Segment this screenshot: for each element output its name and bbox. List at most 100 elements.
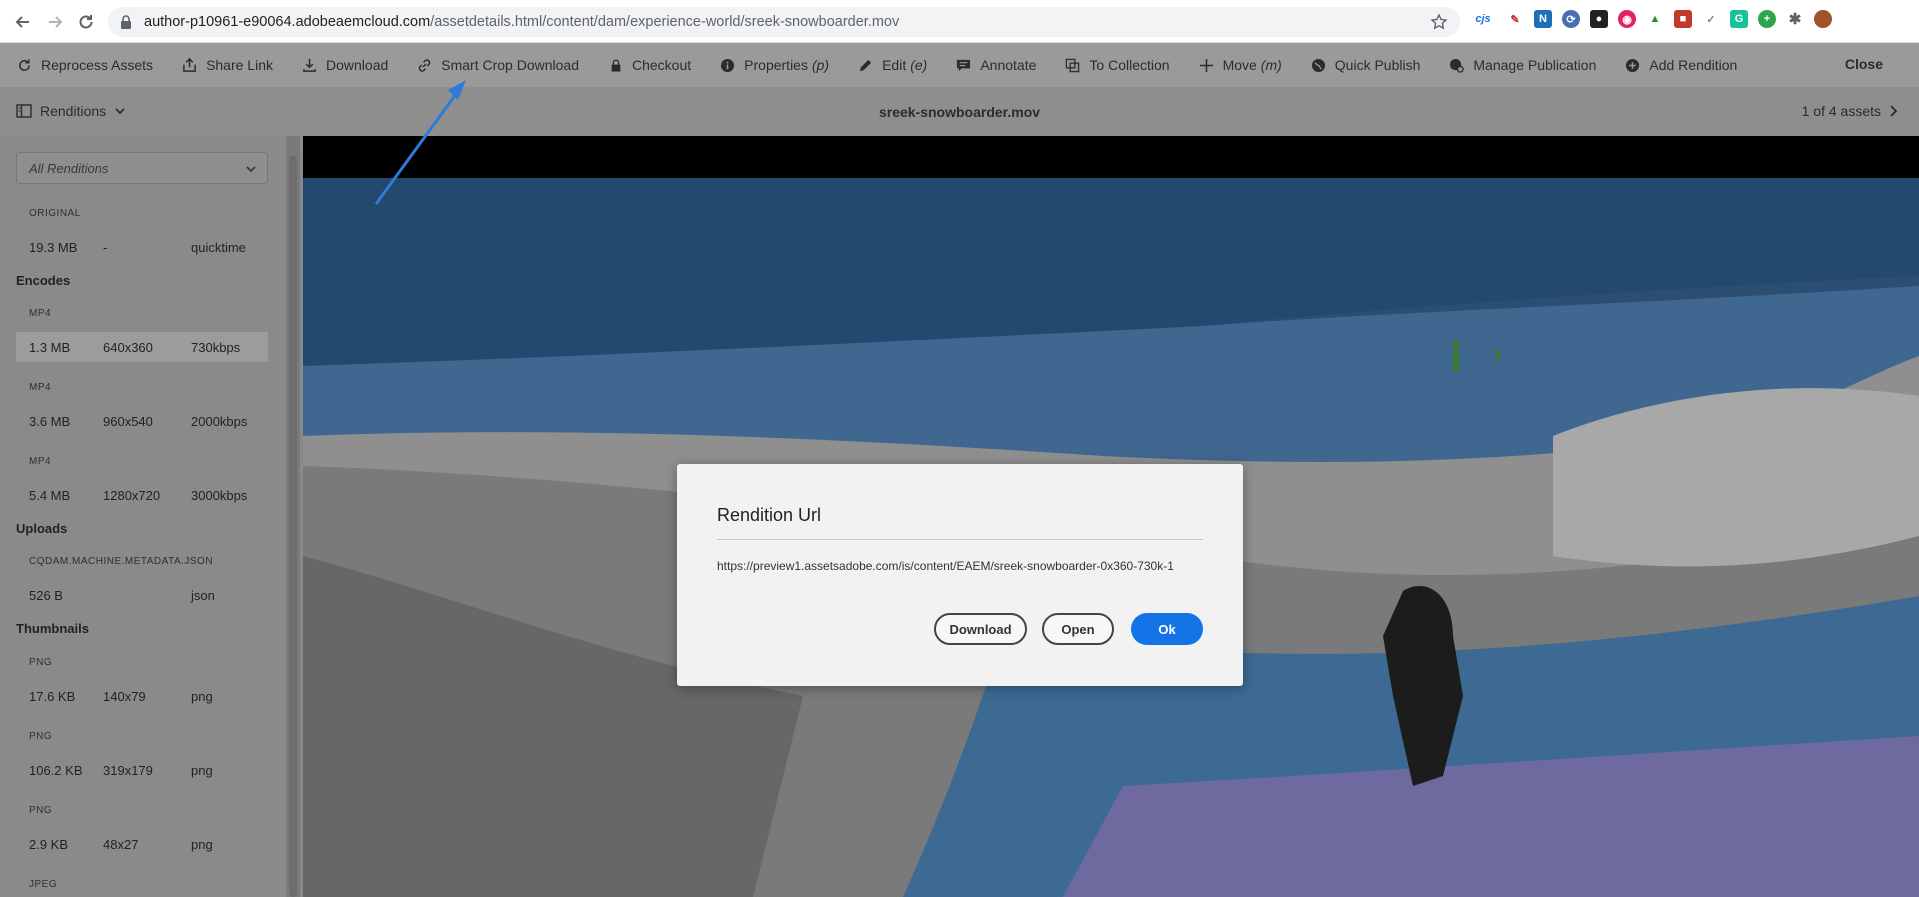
rendition-dims: 48x27 xyxy=(103,836,139,852)
close-button[interactable]: Close xyxy=(1845,56,1883,72)
red-extension-icon[interactable]: ■ xyxy=(1674,10,1692,28)
dialog-title: Rendition Url xyxy=(717,505,822,525)
rendition-dims: - xyxy=(103,239,108,255)
download-label: Download xyxy=(326,57,389,73)
dialog-download-button[interactable]: Download xyxy=(934,613,1027,645)
annotate-label: Annotate xyxy=(980,57,1037,73)
move-shortcut: (m) xyxy=(1260,57,1282,73)
rendition-dims: 140x79 xyxy=(103,688,146,704)
rendition-row[interactable]: 17.6 KB 140x79 png xyxy=(16,681,268,711)
move-icon xyxy=(1198,57,1215,74)
reprocess-assets-button[interactable]: Reprocess Assets xyxy=(16,57,153,74)
rendition-format: 3000kbps xyxy=(191,487,248,503)
manage-publication-label: Manage Publication xyxy=(1473,57,1597,73)
properties-label: Properties xyxy=(744,57,808,73)
edit-label: Edit xyxy=(882,57,907,73)
properties-shortcut: (p) xyxy=(811,57,830,73)
checkout-label: Checkout xyxy=(632,57,692,73)
chevron-right-icon[interactable] xyxy=(1889,104,1899,118)
smart-crop-download-label: Smart Crop Download xyxy=(441,57,579,73)
rendition-type: MP4 xyxy=(29,308,52,319)
dialog-divider xyxy=(717,539,1203,540)
share-link-button[interactable]: Share Link xyxy=(181,57,273,74)
properties-button[interactable]: Properties (p) xyxy=(719,57,829,74)
url-path: /assetdetails.html/content/dam/experienc… xyxy=(430,14,900,30)
green-extension-icon[interactable]: + xyxy=(1758,10,1776,28)
n-extension-icon[interactable]: N xyxy=(1534,10,1552,28)
rendition-size: 5.4 MB xyxy=(29,487,71,503)
annotate-button[interactable]: Annotate xyxy=(955,57,1036,74)
reload-icon[interactable] xyxy=(73,9,99,35)
rendition-size: 526 B xyxy=(29,587,63,603)
download-button[interactable]: Download xyxy=(301,57,388,74)
rendition-size: 1.3 MB xyxy=(29,339,71,355)
rendition-row-original[interactable]: 19.3 MB - quicktime xyxy=(16,232,268,262)
lock-icon xyxy=(607,57,624,74)
browser-toolbar: author-p10961-e90064.adobeaemcloud.com/a… xyxy=(0,0,1919,43)
rendition-url-text: https://preview1.assetsadobe.com/is/cont… xyxy=(717,559,1174,573)
asset-pager[interactable]: 1 of 4 assets xyxy=(1802,103,1899,119)
quick-publish-label: Quick Publish xyxy=(1334,57,1421,73)
clock-extension-icon[interactable]: ⟳ xyxy=(1562,10,1580,28)
dialog-open-button[interactable]: Open xyxy=(1042,613,1114,645)
rendition-dims: 640x360 xyxy=(103,339,153,355)
rendition-type: PNG xyxy=(29,731,53,742)
pen-extension-icon[interactable]: ✎ xyxy=(1506,10,1524,28)
link-icon xyxy=(416,57,433,74)
forward-icon[interactable] xyxy=(42,9,68,35)
rendition-row[interactable]: 5.4 MB 1280x720 3000kbps xyxy=(16,480,268,510)
checkout-button[interactable]: Checkout xyxy=(607,57,691,74)
drive-extension-icon[interactable]: ▲ xyxy=(1646,10,1664,28)
url-host: author-p10961-e90064.adobeaemcloud.com xyxy=(144,14,431,30)
quick-publish-button[interactable]: Quick Publish xyxy=(1310,57,1421,74)
puzzle-extension-icon[interactable]: ✱ xyxy=(1786,10,1804,28)
avatar[interactable] xyxy=(1814,10,1832,28)
rendition-dims: 1280x720 xyxy=(103,487,161,503)
rendition-size: 19.3 MB xyxy=(29,239,78,255)
extensions-tray: cjs ✎ N ⟳ ● ◉ ▲ ■ ✓ G + ✱ xyxy=(1470,10,1832,28)
chevron-down-icon xyxy=(246,166,256,173)
edit-shortcut: (e) xyxy=(910,57,928,73)
to-collection-label: To Collection xyxy=(1089,57,1170,73)
rendition-format: 730kbps xyxy=(191,339,241,355)
rendition-row[interactable]: 2.9 KB 48x27 png xyxy=(16,829,268,859)
address-bar[interactable]: author-p10961-e90064.adobeaemcloud.com/a… xyxy=(108,7,1460,37)
rendition-size: 3.6 MB xyxy=(29,413,71,429)
refresh-icon xyxy=(16,57,33,74)
rendition-row[interactable]: 106.2 KB 319x179 png xyxy=(16,755,268,785)
rendition-type: JPEG xyxy=(29,879,58,890)
manage-publication-button[interactable]: Manage Publication xyxy=(1448,57,1596,74)
cjs-extension-icon[interactable]: cjs xyxy=(1470,10,1496,28)
move-button[interactable]: Move (m) xyxy=(1198,57,1282,74)
rendition-row-selected[interactable]: 1.3 MB 640x360 730kbps xyxy=(16,332,268,362)
smart-crop-download-button[interactable]: Smart Crop Download xyxy=(416,57,579,74)
rendition-row[interactable]: 526 B json xyxy=(16,580,268,610)
eye-extension-icon[interactable]: ◉ xyxy=(1618,10,1636,28)
rendition-row[interactable]: 3.6 MB 960x540 2000kbps xyxy=(16,406,268,436)
renditions-filter-select[interactable]: All Renditions xyxy=(16,152,268,184)
rendition-type: PNG xyxy=(29,805,53,816)
spy-extension-icon[interactable]: ● xyxy=(1590,10,1608,28)
back-icon[interactable] xyxy=(10,9,36,35)
globe-icon xyxy=(1310,57,1327,74)
asset-count-label: 1 of 4 assets xyxy=(1801,103,1881,119)
asset-title-bar: Renditions sreek-snowboarder.mov 1 of 4 … xyxy=(0,87,1919,136)
share-icon xyxy=(181,57,198,74)
feather-extension-icon[interactable]: ✓ xyxy=(1702,10,1720,28)
add-rendition-button[interactable]: Add Rendition xyxy=(1624,57,1737,74)
rendition-format: json xyxy=(191,587,215,603)
rendition-dims: 960x540 xyxy=(103,413,153,429)
rendition-type: PNG xyxy=(29,657,53,668)
asset-action-bar: Reprocess Assets Share Link Download Sma… xyxy=(0,43,1919,87)
dialog-ok-button[interactable]: Ok xyxy=(1131,613,1203,645)
grammarly-extension-icon[interactable]: G xyxy=(1730,10,1748,28)
scrollbar-thumb[interactable] xyxy=(289,156,297,897)
edit-button[interactable]: Edit (e) xyxy=(857,57,927,74)
rendition-dims: 319x179 xyxy=(103,762,153,778)
rendition-format: png xyxy=(191,762,213,778)
rendition-format: png xyxy=(191,836,213,852)
bookmark-star-icon[interactable] xyxy=(1430,13,1448,31)
to-collection-button[interactable]: To Collection xyxy=(1064,57,1170,74)
reprocess-assets-label: Reprocess Assets xyxy=(41,57,154,73)
rail-scrollbar[interactable] xyxy=(286,136,300,897)
